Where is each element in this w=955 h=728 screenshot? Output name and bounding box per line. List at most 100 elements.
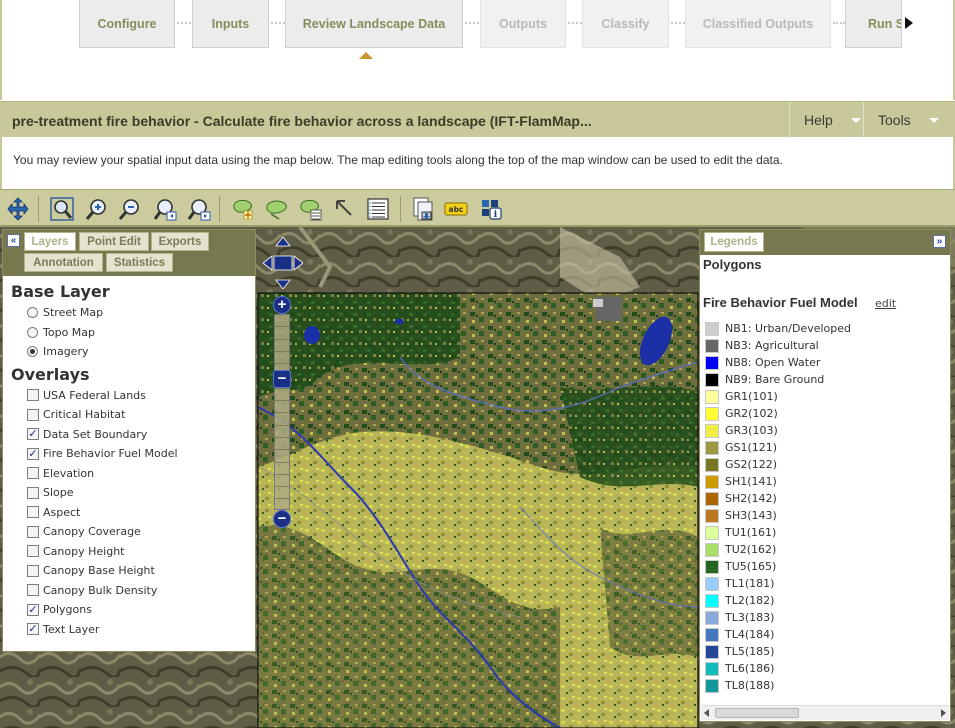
expand-panel-icon[interactable]: » (933, 235, 946, 248)
legend-label: GS1(121) (725, 441, 778, 454)
overlay-item[interactable]: ✓ Polygons (11, 600, 247, 620)
overlay-label: Data Set Boundary (43, 427, 148, 441)
legend-item: SH1(141) (705, 473, 851, 490)
zoom-out-button[interactable]: − (273, 510, 291, 528)
overlay-item[interactable]: USA Federal Lands (11, 386, 247, 406)
checkbox[interactable] (27, 506, 39, 519)
label-text-icon[interactable]: abc (443, 196, 469, 222)
overlay-item[interactable]: ✓ Data Set Boundary (11, 425, 247, 445)
overlay-item[interactable]: Aspect (11, 503, 247, 523)
checkbox[interactable] (27, 584, 39, 597)
checkbox[interactable] (27, 564, 39, 577)
radio-button[interactable] (27, 346, 38, 358)
steps-scroll-right-icon[interactable] (905, 17, 913, 29)
overlay-list: USA Federal Lands Critical Habitat ✓ Data S… (11, 386, 247, 640)
attribute-table-icon[interactable] (365, 196, 391, 222)
zoom-in-icon[interactable] (84, 196, 110, 222)
zoom-previous-icon[interactable] (152, 196, 178, 222)
radio-button[interactable] (27, 326, 38, 338)
scrollbar-thumb[interactable] (715, 708, 799, 718)
legend-swatch (705, 321, 719, 336)
help-menu-button[interactable]: Help (789, 102, 863, 138)
overlay-item[interactable]: Canopy Base Height (11, 561, 247, 581)
collapse-panel-icon[interactable]: « (7, 234, 20, 247)
zoom-slider[interactable] (274, 314, 290, 510)
add-polygon-icon[interactable] (230, 196, 256, 222)
overlay-item[interactable]: ✓ Text Layer (11, 620, 247, 640)
radio-button[interactable] (27, 307, 38, 319)
legend-swatch (705, 474, 719, 489)
overlay-item[interactable]: Slope (11, 483, 247, 503)
layers-panel-tabs: « Layers Point Edit Exports Annotation S… (3, 230, 255, 276)
overlay-item[interactable]: Critical Habitat (11, 405, 247, 425)
tab-exports[interactable]: Exports (151, 232, 209, 251)
legend-label: NB1: Urban/Developed (725, 322, 851, 335)
tab-legends[interactable]: Legends (704, 232, 764, 252)
checkbox[interactable] (27, 389, 39, 402)
step-configure[interactable]: Configure (79, 0, 175, 48)
identify-icon[interactable]: i (478, 196, 504, 222)
overlay-label: Polygons (43, 603, 92, 617)
base-layer-street-map[interactable]: Street Map (11, 303, 247, 323)
overlay-item[interactable]: Canopy Bulk Density (11, 581, 247, 601)
legend-swatch (705, 355, 719, 370)
scroll-left-icon[interactable] (704, 709, 709, 717)
legend-swatch (705, 372, 719, 387)
checkbox[interactable] (27, 486, 39, 499)
base-layer-imagery[interactable]: Imagery (11, 342, 247, 362)
legend-label: GS2(122) (725, 458, 778, 471)
pan-icon[interactable] (5, 196, 31, 222)
overlay-item[interactable]: ✓ Fire Behavior Fuel Model (11, 444, 247, 464)
checkbox[interactable] (27, 467, 39, 480)
pan-control-icon[interactable] (263, 237, 303, 289)
polygon-attributes-icon[interactable] (298, 196, 324, 222)
legend-item: TU1(161) (705, 524, 851, 541)
legend-item: NB8: Open Water (705, 354, 851, 371)
legend-label: TL8(188) (725, 679, 775, 692)
zoom-extent-icon[interactable] (49, 196, 75, 222)
base-layer-topo-map[interactable]: Topo Map (11, 323, 247, 343)
legend-edit-link[interactable]: edit (875, 297, 896, 310)
checkbox[interactable]: ✓ (27, 623, 39, 636)
legend-item: NB1: Urban/Developed (705, 320, 851, 337)
tab-point-edit[interactable]: Point Edit (79, 232, 149, 251)
description-area: You may review your spatial input data u… (0, 137, 955, 189)
tab-annotation[interactable]: Annotation (24, 253, 103, 272)
tab-statistics[interactable]: Statistics (106, 253, 173, 272)
legend-fuel-model-heading: Fire Behavior Fuel Model (703, 295, 858, 310)
tools-menu-button[interactable]: Tools (863, 102, 955, 138)
tab-layers[interactable]: Layers (24, 232, 76, 251)
overlay-item[interactable]: Elevation (11, 464, 247, 484)
legend-label: TL2(182) (725, 594, 775, 607)
zoom-slider-handle[interactable]: − (273, 370, 291, 388)
checkbox[interactable]: ✓ (27, 603, 39, 616)
checkbox[interactable]: ✓ (27, 428, 39, 441)
legend-item: SH3(143) (705, 507, 851, 524)
step-review-landscape-data[interactable]: Review Landscape Data (285, 0, 463, 48)
legend-item: GR1(101) (705, 388, 851, 405)
zoom-next-icon[interactable] (186, 196, 212, 222)
edit-polygon-icon[interactable] (264, 196, 290, 222)
export-layer-icon[interactable] (410, 196, 436, 222)
checkbox[interactable]: ✓ (27, 447, 39, 460)
legend-horizontal-scrollbar[interactable] (701, 705, 949, 720)
step-inputs[interactable]: Inputs (192, 0, 269, 48)
select-arrow-icon[interactable] (331, 196, 357, 222)
overlay-item[interactable]: Canopy Coverage (11, 522, 247, 542)
legend-swatch (705, 593, 719, 608)
step-run-simulation[interactable]: Run S (845, 0, 902, 48)
overlay-item[interactable]: Canopy Height (11, 542, 247, 562)
checkbox[interactable] (27, 525, 39, 538)
legend-label: TL4(184) (725, 628, 775, 641)
legend-label: TL3(183) (725, 611, 775, 624)
legend-label: NB9: Bare Ground (725, 373, 825, 386)
description-text: You may review your spatial input data u… (13, 153, 783, 167)
scroll-right-icon[interactable] (941, 709, 946, 717)
legend-label: SH1(141) (725, 475, 777, 488)
legend-item: TL1(181) (705, 575, 851, 592)
checkbox[interactable] (27, 408, 39, 421)
zoom-in-button[interactable]: + (273, 296, 291, 314)
zoom-out-icon[interactable] (117, 196, 143, 222)
svg-text:abc: abc (449, 205, 464, 214)
checkbox[interactable] (27, 545, 39, 558)
